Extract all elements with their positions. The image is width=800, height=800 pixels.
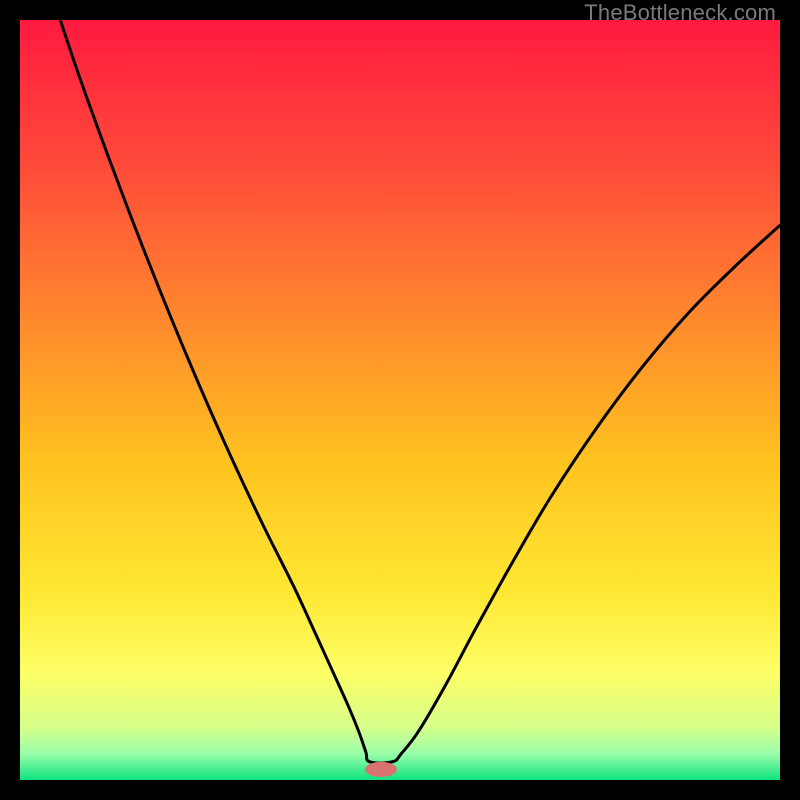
bottleneck-chart [20,20,780,780]
bottleneck-minimum-marker [365,762,397,777]
chart-frame [20,20,780,780]
gradient-background [20,20,780,780]
watermark-text: TheBottleneck.com [584,0,776,26]
